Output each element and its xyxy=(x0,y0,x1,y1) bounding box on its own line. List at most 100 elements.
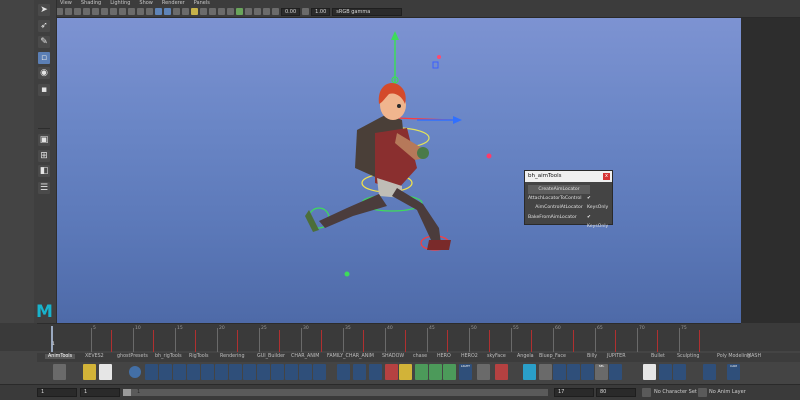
grid-icon[interactable] xyxy=(92,8,99,15)
shelf-tool-13-icon[interactable] xyxy=(313,364,326,380)
animation-end-field[interactable]: 80 xyxy=(596,388,636,397)
xray-joints-icon[interactable] xyxy=(218,8,225,15)
four-view-layout-icon[interactable]: ⊞ xyxy=(38,150,50,162)
shelf-red-icon[interactable] xyxy=(385,364,398,380)
scale-tool-icon[interactable]: ▪ xyxy=(38,84,50,96)
shelf-green-2-icon[interactable] xyxy=(429,364,442,380)
create-aim-locator-button[interactable]: CreateAimLocator xyxy=(528,185,590,194)
shelf-green-1-icon[interactable] xyxy=(415,364,428,380)
shelf-tool-8-icon[interactable] xyxy=(243,364,256,380)
shelf-tool-7-icon[interactable] xyxy=(229,364,242,380)
shelf-tab-jupiter[interactable]: JUPITER xyxy=(607,354,626,359)
shelf-tool-2-icon[interactable] xyxy=(159,364,172,380)
shelf-tab-sculpting[interactable]: Sculpting xyxy=(677,354,699,359)
shelf-round-1-icon[interactable] xyxy=(129,366,141,378)
playback-end-field[interactable]: 17 xyxy=(554,388,594,397)
shadows-icon[interactable] xyxy=(200,8,207,15)
wireframe-on-shaded-icon[interactable] xyxy=(173,8,180,15)
shelf-tool-22-icon[interactable] xyxy=(659,364,672,380)
range-slider[interactable]: 1 xyxy=(123,389,548,396)
shelf-tool-11-icon[interactable] xyxy=(285,364,298,380)
rotate-tool-icon[interactable]: ◉ xyxy=(38,67,50,79)
gamma-icon[interactable] xyxy=(302,8,310,15)
shelf-tab-animtools[interactable]: AnimTools xyxy=(45,354,76,359)
textured-icon[interactable] xyxy=(182,8,189,15)
shelf-tool-1-icon[interactable] xyxy=(145,364,158,380)
shelf-tab-angela[interactable]: Angela xyxy=(517,354,534,359)
shelf-tool-17-icon[interactable] xyxy=(539,364,552,380)
shelf-tool-23-icon[interactable] xyxy=(673,364,686,380)
shelf-tool-3-icon[interactable] xyxy=(173,364,186,380)
shelf-tool-6-icon[interactable] xyxy=(215,364,228,380)
shelf-tab-rigtools[interactable]: RigTools xyxy=(189,354,209,359)
shelf-tab-mash[interactable]: MASH xyxy=(747,354,761,359)
exposure-field[interactable]: 0.00 xyxy=(281,7,301,16)
select-tool-icon[interactable]: ➤ xyxy=(38,4,50,16)
shelf-tab-gui-builder[interactable]: GUI_Builder xyxy=(257,354,285,359)
shelf-k-icon[interactable] xyxy=(643,364,656,380)
camera-icon[interactable] xyxy=(56,8,63,15)
character-set-icon[interactable] xyxy=(642,388,651,397)
shelf-tab-xeves2[interactable]: XEVES2 xyxy=(85,354,104,359)
image-plane-icon[interactable] xyxy=(83,8,90,15)
attach-locator-to-control-button[interactable]: AttachLocatorToControl xyxy=(528,194,590,203)
cam-button[interactable]: CAM xyxy=(727,364,740,380)
depth-of-field-icon[interactable] xyxy=(263,8,270,15)
single-perspective-layout-icon[interactable]: ▣ xyxy=(38,134,50,146)
color-space-dropdown[interactable]: sRGB gamma xyxy=(332,7,403,16)
move-tool-icon[interactable]: ▫ xyxy=(38,52,50,64)
wireframe-icon[interactable] xyxy=(155,8,162,15)
ambient-occlusion-icon[interactable] xyxy=(236,8,243,15)
exposure-icon[interactable] xyxy=(272,8,279,15)
shelf-script-icon[interactable] xyxy=(99,364,112,380)
shelf-tool-18-icon[interactable] xyxy=(553,364,566,380)
shelf-tab-shadow[interactable]: SHADOW xyxy=(382,354,404,359)
batman-icon[interactable] xyxy=(83,364,96,380)
close-icon[interactable]: x xyxy=(603,173,610,180)
character-icon[interactable] xyxy=(477,364,490,380)
shelf-tab-bluep-face[interactable]: Bluep_Face xyxy=(539,354,566,359)
shelf-tool-9-icon[interactable] xyxy=(257,364,270,380)
camera-attr-icon[interactable] xyxy=(65,8,72,15)
paint-select-tool-icon[interactable]: ✎ xyxy=(38,36,50,48)
sel-button[interactable]: SEL xyxy=(595,364,608,380)
range-slider-handle[interactable] xyxy=(123,389,131,396)
persp-outliner-layout-icon[interactable]: ◧ xyxy=(38,165,50,177)
light-button[interactable]: LIGHT xyxy=(459,364,472,380)
resolution-gate-icon[interactable] xyxy=(110,8,117,15)
safe-title-icon[interactable] xyxy=(146,8,153,15)
record-icon[interactable] xyxy=(495,364,508,380)
bookmark-icon[interactable] xyxy=(74,8,81,15)
anim-layer-label[interactable]: No Anim Layer xyxy=(709,389,746,395)
keys-only-checkbox-2[interactable]: ✔ KeysOnly xyxy=(587,213,612,229)
gate-mask-icon[interactable] xyxy=(119,8,126,15)
shelf-tab-bullet[interactable]: Bullet xyxy=(651,354,665,359)
motion-blur-icon[interactable] xyxy=(245,8,252,15)
anim-layer-icon[interactable] xyxy=(698,388,707,397)
shelf-tool-14-icon[interactable] xyxy=(337,364,350,380)
shelf-tl-icon[interactable] xyxy=(399,364,412,380)
shelf-tab-char-anim[interactable]: CHAR_ANIM xyxy=(291,354,319,359)
gamma-field[interactable]: 1.00 xyxy=(311,7,331,16)
film-gate-icon[interactable] xyxy=(101,8,108,15)
lighting-icon[interactable] xyxy=(191,8,198,15)
shelf-tool-5-icon[interactable] xyxy=(201,364,214,380)
field-chart-icon[interactable] xyxy=(128,8,135,15)
aim-tools-titlebar[interactable]: bh_aimTools x xyxy=(525,171,612,182)
shelf-green-3-icon[interactable] xyxy=(443,364,456,380)
xray-icon[interactable] xyxy=(209,8,216,15)
character-set-label[interactable]: No Character Set xyxy=(654,389,697,395)
shelf-tab-hero[interactable]: HERO xyxy=(437,354,451,359)
shelf-cyan-icon[interactable] xyxy=(523,364,536,380)
shelf-tab-family-char-anim[interactable]: FAMILY_CHAR_ANIM xyxy=(327,354,374,359)
shelf-tool-24-icon[interactable] xyxy=(703,364,716,380)
shelf-tab-bh-rigtools[interactable]: bh_rigTools xyxy=(155,354,182,359)
shelf-tab-ghostpresets[interactable]: ghostPresets xyxy=(117,354,148,359)
shelf-tool-19-icon[interactable] xyxy=(567,364,580,380)
shelf-tab-hero2[interactable]: HERO2 xyxy=(461,354,478,359)
shelf-tab-billy[interactable]: Billy xyxy=(587,354,597,359)
anti-aliasing-icon[interactable] xyxy=(254,8,261,15)
shelf-tool-20-icon[interactable] xyxy=(581,364,594,380)
safe-action-icon[interactable] xyxy=(137,8,144,15)
isolate-select-icon[interactable] xyxy=(227,8,234,15)
